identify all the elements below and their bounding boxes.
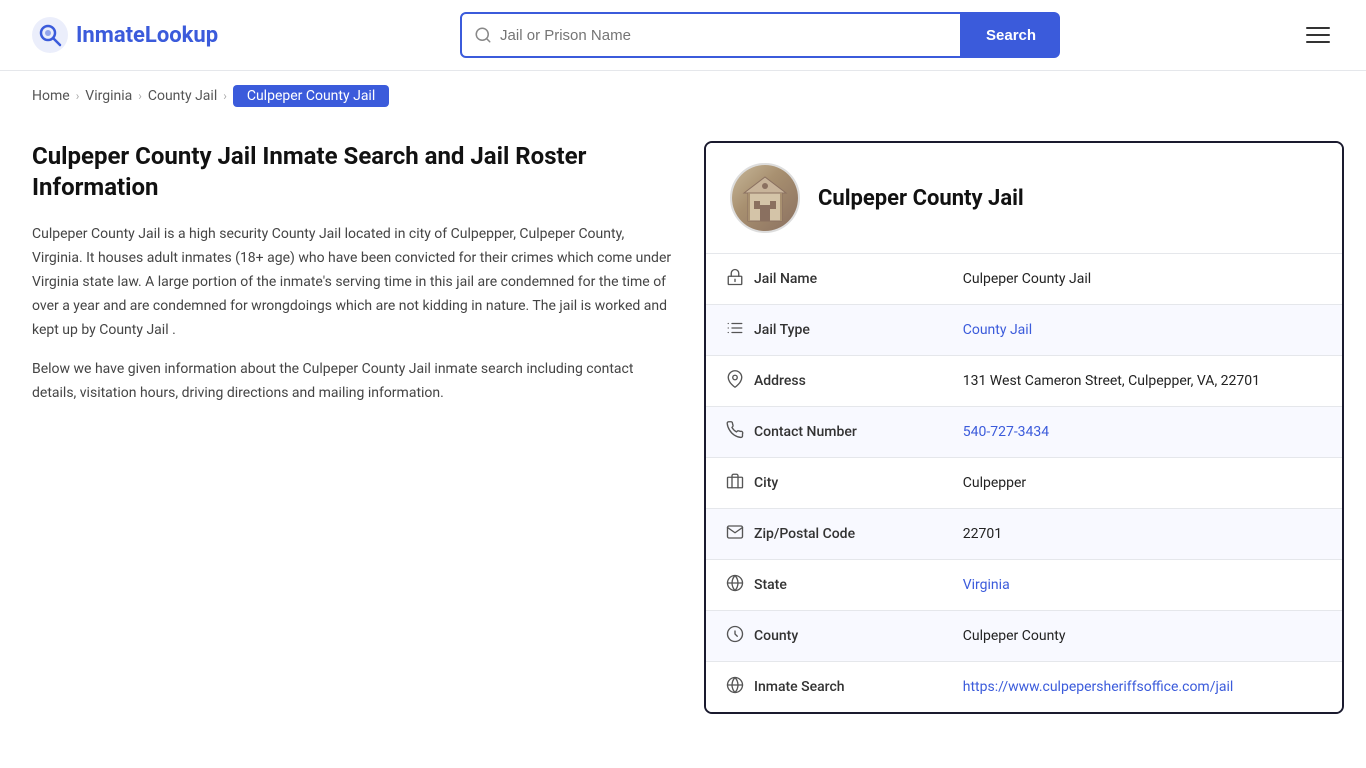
row-value-cell: Culpepper bbox=[943, 458, 1342, 509]
logo[interactable]: InmateLookup bbox=[32, 17, 218, 53]
jail-avatar bbox=[730, 163, 800, 233]
table-row: Inmate Search https://www.culpepersheriff… bbox=[706, 662, 1342, 713]
page-heading: Culpeper County Jail Inmate Search and J… bbox=[32, 141, 672, 203]
row-label-cell: Inmate Search bbox=[706, 662, 906, 712]
table-row: Jail Name Culpeper County Jail bbox=[706, 254, 1342, 305]
row-link[interactable]: Virginia bbox=[963, 577, 1010, 593]
row-label-cell: Zip/Postal Code bbox=[706, 509, 906, 559]
row-value-cell: 131 West Cameron Street, Culpepper, VA, … bbox=[943, 356, 1342, 407]
globe-icon bbox=[726, 574, 744, 596]
city-icon bbox=[726, 472, 744, 494]
row-value-cell: Culpeper County Jail bbox=[943, 254, 1342, 305]
logo-text: InmateLookup bbox=[76, 23, 218, 48]
breadcrumb-home[interactable]: Home bbox=[32, 88, 70, 104]
row-label: State bbox=[754, 577, 787, 593]
row-label: Contact Number bbox=[754, 424, 857, 440]
row-label-cell: Contact Number bbox=[706, 407, 906, 457]
breadcrumb-sep2: › bbox=[138, 89, 142, 103]
table-row: Jail Type County Jail bbox=[706, 305, 1342, 356]
row-label: County bbox=[754, 628, 798, 644]
table-row: State Virginia bbox=[706, 560, 1342, 611]
row-label: Jail Type bbox=[754, 322, 810, 338]
row-link[interactable]: 540-727-3434 bbox=[963, 424, 1049, 440]
row-value-cell: 22701 bbox=[943, 509, 1342, 560]
county-icon bbox=[726, 625, 744, 647]
table-row: City Culpepper bbox=[706, 458, 1342, 509]
row-label-cell: Jail Type bbox=[706, 305, 906, 355]
row-value-cell[interactable]: 540-727-3434 bbox=[943, 407, 1342, 458]
row-label-cell: County bbox=[706, 611, 906, 661]
menu-button[interactable] bbox=[1302, 23, 1334, 47]
breadcrumb-current: Culpeper County Jail bbox=[233, 85, 389, 107]
hamburger-line3 bbox=[1306, 41, 1330, 43]
row-label: Address bbox=[754, 373, 806, 389]
search-area: Search bbox=[460, 12, 1060, 58]
breadcrumb-sep3: › bbox=[223, 89, 227, 103]
breadcrumb-type[interactable]: County Jail bbox=[148, 88, 217, 104]
card-title: Culpeper County Jail bbox=[818, 186, 1024, 211]
search-button[interactable]: Search bbox=[962, 12, 1060, 58]
logo-icon bbox=[32, 17, 68, 53]
row-value-cell: Culpeper County bbox=[943, 611, 1342, 662]
left-panel: Culpeper County Jail Inmate Search and J… bbox=[32, 141, 672, 422]
row-label-cell: Jail Name bbox=[706, 254, 906, 304]
description-para1: Culpeper County Jail is a high security … bbox=[32, 223, 672, 342]
list-icon bbox=[726, 319, 744, 341]
hamburger-line2 bbox=[1306, 34, 1330, 36]
table-row: Zip/Postal Code 22701 bbox=[706, 509, 1342, 560]
row-label: City bbox=[754, 475, 778, 491]
mail-icon bbox=[726, 523, 744, 545]
breadcrumb-sep1: › bbox=[76, 89, 80, 103]
row-label: Inmate Search bbox=[754, 679, 845, 695]
table-row: Contact Number 540-727-3434 bbox=[706, 407, 1342, 458]
description-para2: Below we have given information about th… bbox=[32, 358, 672, 406]
location-icon bbox=[726, 370, 744, 392]
row-label-cell: City bbox=[706, 458, 906, 508]
search-icon bbox=[474, 26, 492, 44]
search-wrapper bbox=[460, 12, 962, 58]
table-row: County Culpeper County bbox=[706, 611, 1342, 662]
search-globe-icon bbox=[726, 676, 744, 698]
row-value-cell[interactable]: Virginia bbox=[943, 560, 1342, 611]
breadcrumb: Home › Virginia › County Jail › Culpeper… bbox=[0, 71, 1366, 121]
site-header: InmateLookup Search bbox=[0, 0, 1366, 71]
row-value-cell[interactable]: https://www.culpepersheriffsoffice.com/j… bbox=[943, 662, 1342, 713]
row-link[interactable]: https://www.culpepersheriffsoffice.com/j… bbox=[963, 679, 1234, 695]
phone-icon bbox=[726, 421, 744, 443]
row-link[interactable]: County Jail bbox=[963, 322, 1032, 338]
search-input[interactable] bbox=[500, 27, 948, 44]
row-value-cell[interactable]: County Jail bbox=[943, 305, 1342, 356]
row-label-cell: State bbox=[706, 560, 906, 610]
info-card: Culpeper County Jail Jail Name Culpeper C… bbox=[704, 141, 1344, 714]
row-label-cell: Address bbox=[706, 356, 906, 406]
main-content: Culpeper County Jail Inmate Search and J… bbox=[0, 121, 1366, 754]
card-header: Culpeper County Jail bbox=[706, 143, 1342, 253]
row-label: Zip/Postal Code bbox=[754, 526, 855, 542]
row-label: Jail Name bbox=[754, 271, 817, 287]
building-icon bbox=[740, 173, 790, 223]
jail-icon bbox=[726, 268, 744, 290]
table-row: Address 131 West Cameron Street, Culpeppe… bbox=[706, 356, 1342, 407]
info-table: Jail Name Culpeper County Jail Jail Type Co… bbox=[706, 253, 1342, 712]
hamburger-line1 bbox=[1306, 27, 1330, 29]
breadcrumb-state[interactable]: Virginia bbox=[85, 88, 132, 104]
